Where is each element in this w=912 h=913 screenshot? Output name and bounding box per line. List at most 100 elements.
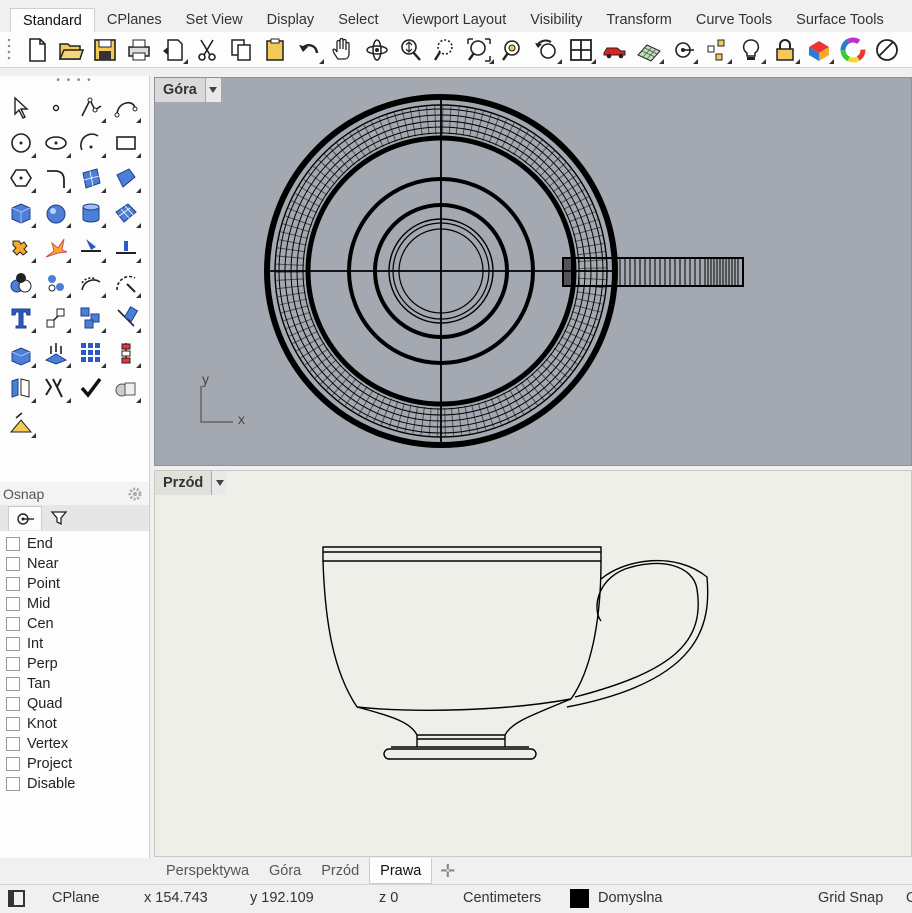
status-cplane[interactable]: CPlane [52,890,100,906]
status-units[interactable]: Centimeters [463,890,541,906]
osnap-point-checkbox[interactable] [6,577,20,591]
panel-grip[interactable]: • • • • [0,76,149,86]
surface-from-points-icon[interactable] [73,160,108,195]
osnap-knot[interactable]: Knot [0,714,149,734]
viewport-top-name[interactable]: Góra [155,78,205,102]
grid-array-icon[interactable] [73,335,108,370]
tab-surface-tools[interactable]: Surface Tools [784,8,896,32]
osnap-cen-checkbox[interactable] [6,617,20,631]
osnap-disable-checkbox[interactable] [6,777,20,791]
new-file-icon[interactable] [20,34,54,66]
check-icon[interactable] [73,370,108,405]
status-next-toggle[interactable]: O [906,890,912,906]
viewport-tab-perspective[interactable]: Perspektywa [156,858,259,884]
osnap-end-checkbox[interactable] [6,537,20,551]
osnap-point[interactable]: Point [0,574,149,594]
osnap-project[interactable]: Project [0,754,149,774]
osnap-project-checkbox[interactable] [6,757,20,771]
chevron-down-icon[interactable] [211,471,228,495]
osnap-tab-snaps[interactable] [8,506,42,530]
tab-display[interactable]: Display [255,8,327,32]
shaded-solids-icon[interactable] [108,370,143,405]
osnap-end[interactable]: End [0,534,149,554]
sphere-solid-icon[interactable] [38,195,73,230]
tab-standard[interactable]: Standard [10,8,95,32]
cut-icon[interactable] [190,34,224,66]
open-folder-icon[interactable] [54,34,88,66]
edit-points-icon[interactable] [108,300,143,335]
offset-icon[interactable] [73,265,108,300]
zoom-extents-icon[interactable] [462,34,496,66]
tab-curve-tools[interactable]: Curve Tools [684,8,784,32]
status-layer[interactable]: Domyslna [598,890,662,906]
osnap-tan-checkbox[interactable] [6,677,20,691]
trim-icon[interactable] [73,230,108,265]
print-icon[interactable] [122,34,156,66]
analyze-icon[interactable] [38,335,73,370]
osnap-vertex-checkbox[interactable] [6,737,20,751]
array-icon[interactable] [73,300,108,335]
four-viewports-icon[interactable] [564,34,598,66]
viewport-tab-right[interactable]: Prawa [369,858,433,884]
osnap-perp[interactable]: Perp [0,654,149,674]
import-icon[interactable] [156,34,190,66]
grid-options-icon[interactable] [632,34,666,66]
transform-mix-icon[interactable] [38,370,73,405]
surface-edit-icon[interactable] [108,160,143,195]
curve-tools-icon[interactable] [108,265,143,300]
viewport-tab-top[interactable]: Góra [259,858,311,884]
tab-strip-grip[interactable] [0,8,10,32]
polygon-icon[interactable] [3,160,38,195]
undo-icon[interactable] [292,34,326,66]
car-icon[interactable] [598,34,632,66]
arc-icon[interactable] [73,125,108,160]
polyline-icon[interactable] [73,90,108,125]
rotate-view-icon[interactable] [360,34,394,66]
viewport-tab-front[interactable]: Przód [311,858,369,884]
point-icon[interactable] [38,90,73,125]
cylinder-solid-icon[interactable] [73,195,108,230]
osnap-quad-checkbox[interactable] [6,697,20,711]
osnap-tan[interactable]: Tan [0,674,149,694]
osnap-disable[interactable]: Disable [0,774,149,794]
viewport-front-title[interactable]: Przód [155,471,228,495]
tab-transform[interactable]: Transform [594,8,684,32]
panel-toggle-icon[interactable] [8,890,25,907]
tab-visibility[interactable]: Visibility [518,8,594,32]
osnap-quad[interactable]: Quad [0,694,149,714]
grid-snap-toggle[interactable]: Grid Snap [818,890,883,906]
box-solid-icon[interactable] [3,195,38,230]
osnap-near-checkbox[interactable] [6,557,20,571]
fillet-curve-icon[interactable] [38,160,73,195]
osnap-cen[interactable]: Cen [0,614,149,634]
tab-select[interactable]: Select [326,8,390,32]
osnap-vertex[interactable]: Vertex [0,734,149,754]
viewport-front-name[interactable]: Przód [155,471,212,495]
circle-icon[interactable] [3,125,38,160]
osnap-icon[interactable] [666,34,700,66]
viewport-top-title[interactable]: Góra [155,78,221,102]
rectangle-icon[interactable] [108,125,143,160]
paste-icon[interactable] [258,34,292,66]
save-icon[interactable] [88,34,122,66]
lock-icon[interactable] [768,34,802,66]
scale-icon[interactable] [38,300,73,335]
explode-icon[interactable] [38,230,73,265]
light-bulb-icon[interactable] [734,34,768,66]
osnap-mid-checkbox[interactable] [6,597,20,611]
tab-set-view[interactable]: Set View [174,8,255,32]
mesh-surface-icon[interactable] [108,195,143,230]
osnap-int-checkbox[interactable] [6,637,20,651]
mass-properties-icon[interactable] [3,405,38,440]
zoom-dynamic-icon[interactable] [394,34,428,66]
ellipse-icon[interactable] [38,125,73,160]
select-arrow-icon[interactable] [3,90,38,125]
osnap-mid[interactable]: Mid [0,594,149,614]
undo-view-icon[interactable] [530,34,564,66]
cage-edit-icon[interactable] [3,370,38,405]
curve-icon[interactable] [108,90,143,125]
color-wheel-icon[interactable] [836,34,870,66]
tab-cplanes[interactable]: CPlanes [95,8,174,32]
boolean-group-icon[interactable] [3,265,38,300]
add-viewport-icon[interactable]: ✛ [432,858,463,884]
